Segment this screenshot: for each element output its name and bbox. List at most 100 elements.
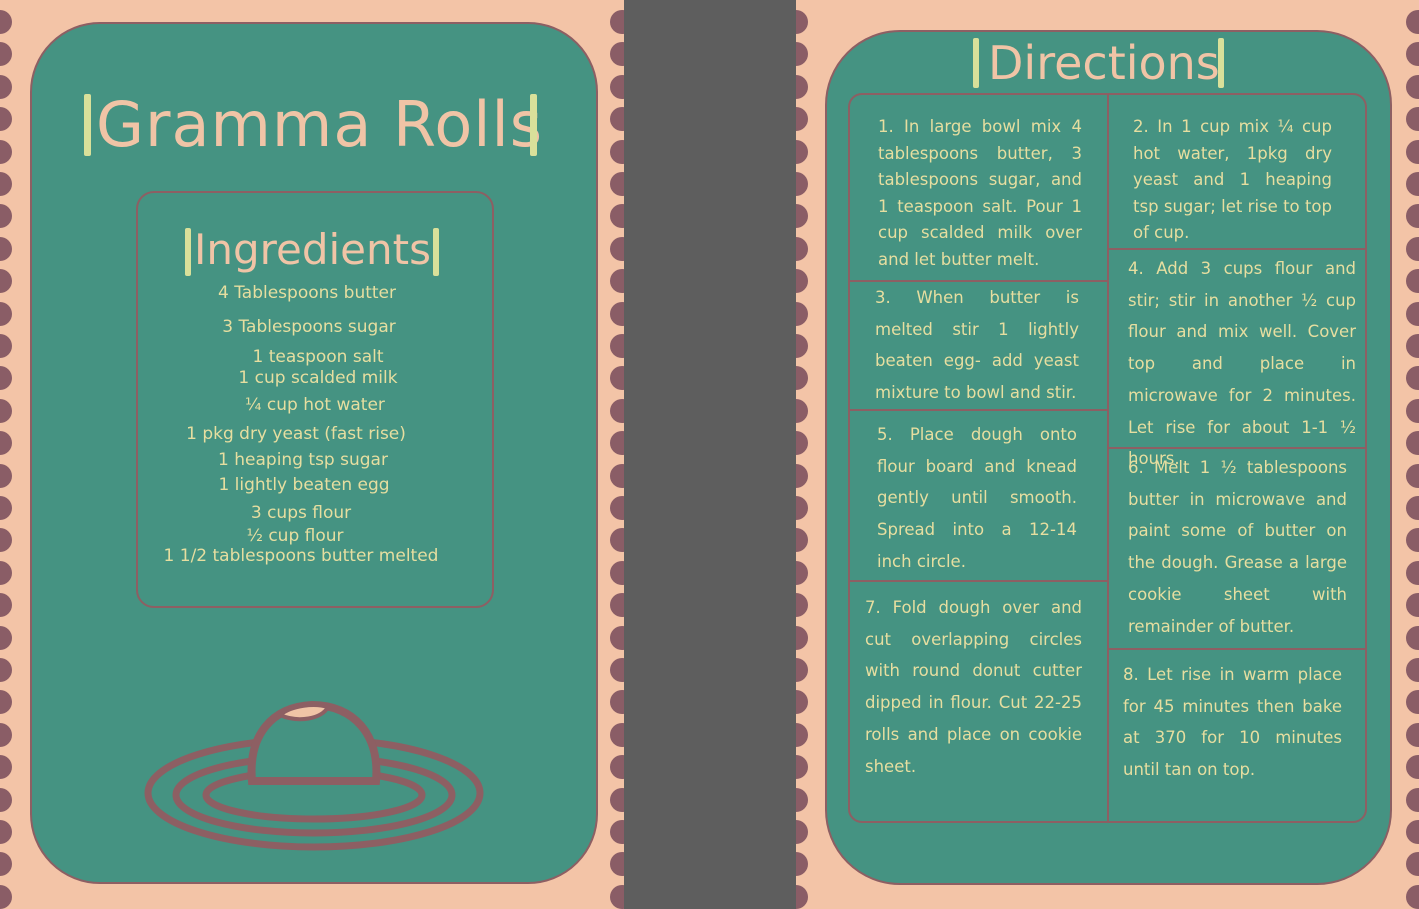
scallop-dot <box>796 528 808 553</box>
scallop-dot <box>796 463 808 488</box>
left-page-left-scallop-dots <box>0 0 12 909</box>
ingredient-item: ¼ cup hot water <box>245 395 385 415</box>
scallop-dot <box>0 528 12 553</box>
scallop-dot <box>1406 301 1419 326</box>
direction-step-8: 8. Let rise in warm place for 45 minutes… <box>1123 665 1342 780</box>
direction-step-3: 3. When butter is melted stir 1 lightly … <box>875 288 1079 403</box>
direction-step-2: 2. In 1 cup mix ¼ cup hot water, 1pkg dr… <box>1133 117 1332 242</box>
scallop-dot <box>610 463 624 488</box>
scallop-dot <box>610 787 624 812</box>
scallop-dot <box>610 496 624 520</box>
scallop-dot <box>610 690 624 715</box>
scallop-dot <box>0 722 12 747</box>
direction-step-7: 7. Fold dough over and cut overlapping c… <box>865 598 1082 776</box>
direction-step-6: 6. Melt 1 ½ tablespoons butter in microw… <box>1128 458 1347 636</box>
directions-heading: Directions <box>988 36 1220 90</box>
scallop-dot <box>796 107 808 132</box>
scallop-dot <box>1406 690 1419 715</box>
scallop-dot <box>0 107 12 132</box>
scallop-dot <box>0 593 12 618</box>
title-accent-bar-left <box>84 94 91 156</box>
scallop-dot <box>1406 236 1419 261</box>
scallop-dot <box>796 560 808 585</box>
ingredient-item: 1 cup scalded milk <box>238 368 398 388</box>
scallop-dot <box>1406 42 1419 67</box>
grid-divider <box>1109 648 1366 650</box>
book-spine <box>624 0 796 909</box>
scallop-dot <box>796 852 808 877</box>
scallop-dot <box>796 269 808 294</box>
scallop-dot <box>1406 269 1419 294</box>
scallop-dot <box>1406 366 1419 391</box>
scallop-dot <box>610 884 624 909</box>
scallop-dot <box>1406 560 1419 585</box>
scallop-dot <box>796 10 808 34</box>
scallop-dot <box>796 236 808 261</box>
scallop-dot <box>0 755 12 780</box>
scallop-dot <box>1406 10 1419 34</box>
scallop-dot <box>1406 334 1419 358</box>
scallop-dot <box>1406 74 1419 99</box>
scallop-dot <box>796 431 808 456</box>
scallop-dot <box>796 172 808 196</box>
scallop-dot <box>1406 787 1419 812</box>
scallop-dot <box>1406 852 1419 877</box>
scallop-dot <box>0 496 12 520</box>
scallop-dot <box>0 269 12 294</box>
scallop-dot <box>796 496 808 520</box>
roll-on-plate-icon <box>140 695 490 889</box>
scallop-dot <box>0 658 12 682</box>
grid-divider <box>849 409 1107 411</box>
scallop-dot <box>610 107 624 132</box>
grid-divider <box>849 580 1107 582</box>
scallop-dot <box>0 690 12 715</box>
scallop-dot <box>610 431 624 456</box>
scallop-dot <box>1406 172 1419 196</box>
scallop-dot <box>796 658 808 682</box>
scallop-dot <box>0 625 12 650</box>
ingredients-heading: Ingredients <box>194 225 431 274</box>
scallop-dot <box>610 658 624 682</box>
scallop-dot <box>796 820 808 844</box>
ingredient-item: 3 Tablespoons sugar <box>222 317 396 337</box>
scallop-dot <box>610 528 624 553</box>
scallop-dot <box>0 236 12 261</box>
scallop-dot <box>0 431 12 456</box>
direction-step-1: 1. In large bowl mix 4 tablespoons butte… <box>878 117 1082 269</box>
scallop-dot <box>0 10 12 34</box>
scallop-dot <box>1406 496 1419 520</box>
scallop-dot <box>610 625 624 650</box>
ingredient-item: 1 pkg dry yeast (fast rise) <box>186 424 406 444</box>
scallop-dot <box>1406 463 1419 488</box>
scallop-dot <box>0 787 12 812</box>
scallop-dot <box>0 884 12 909</box>
directions-accent-bar-right <box>1218 38 1224 88</box>
ingredient-item: 1 teaspoon salt <box>252 347 384 367</box>
scallop-dot <box>610 722 624 747</box>
scallop-dot <box>1406 722 1419 747</box>
scallop-dot <box>796 42 808 67</box>
scallop-dot <box>610 398 624 423</box>
scallop-dot <box>796 625 808 650</box>
grid-divider <box>1109 248 1366 250</box>
direction-step-4: 4. Add 3 cups flour and stir; stir in an… <box>1128 259 1356 469</box>
scallop-dot <box>0 463 12 488</box>
scallop-dot <box>1406 820 1419 844</box>
scallop-dot <box>610 593 624 618</box>
scallop-dot <box>610 172 624 196</box>
scallop-dot <box>796 301 808 326</box>
right-page-right-scallop-dots <box>1406 0 1419 909</box>
scallop-dot <box>796 690 808 715</box>
scallop-dot <box>796 139 808 164</box>
scallop-dot <box>0 172 12 196</box>
scallop-dot <box>796 74 808 99</box>
scallop-dot <box>610 269 624 294</box>
scallop-dot <box>0 852 12 877</box>
scallop-dot <box>1406 431 1419 456</box>
scallop-dot <box>610 366 624 391</box>
title-accent-bar-right <box>530 94 537 156</box>
scallop-dot <box>1406 107 1419 132</box>
scallop-dot <box>796 593 808 618</box>
scallop-dot <box>0 398 12 423</box>
scallop-dot <box>796 722 808 747</box>
